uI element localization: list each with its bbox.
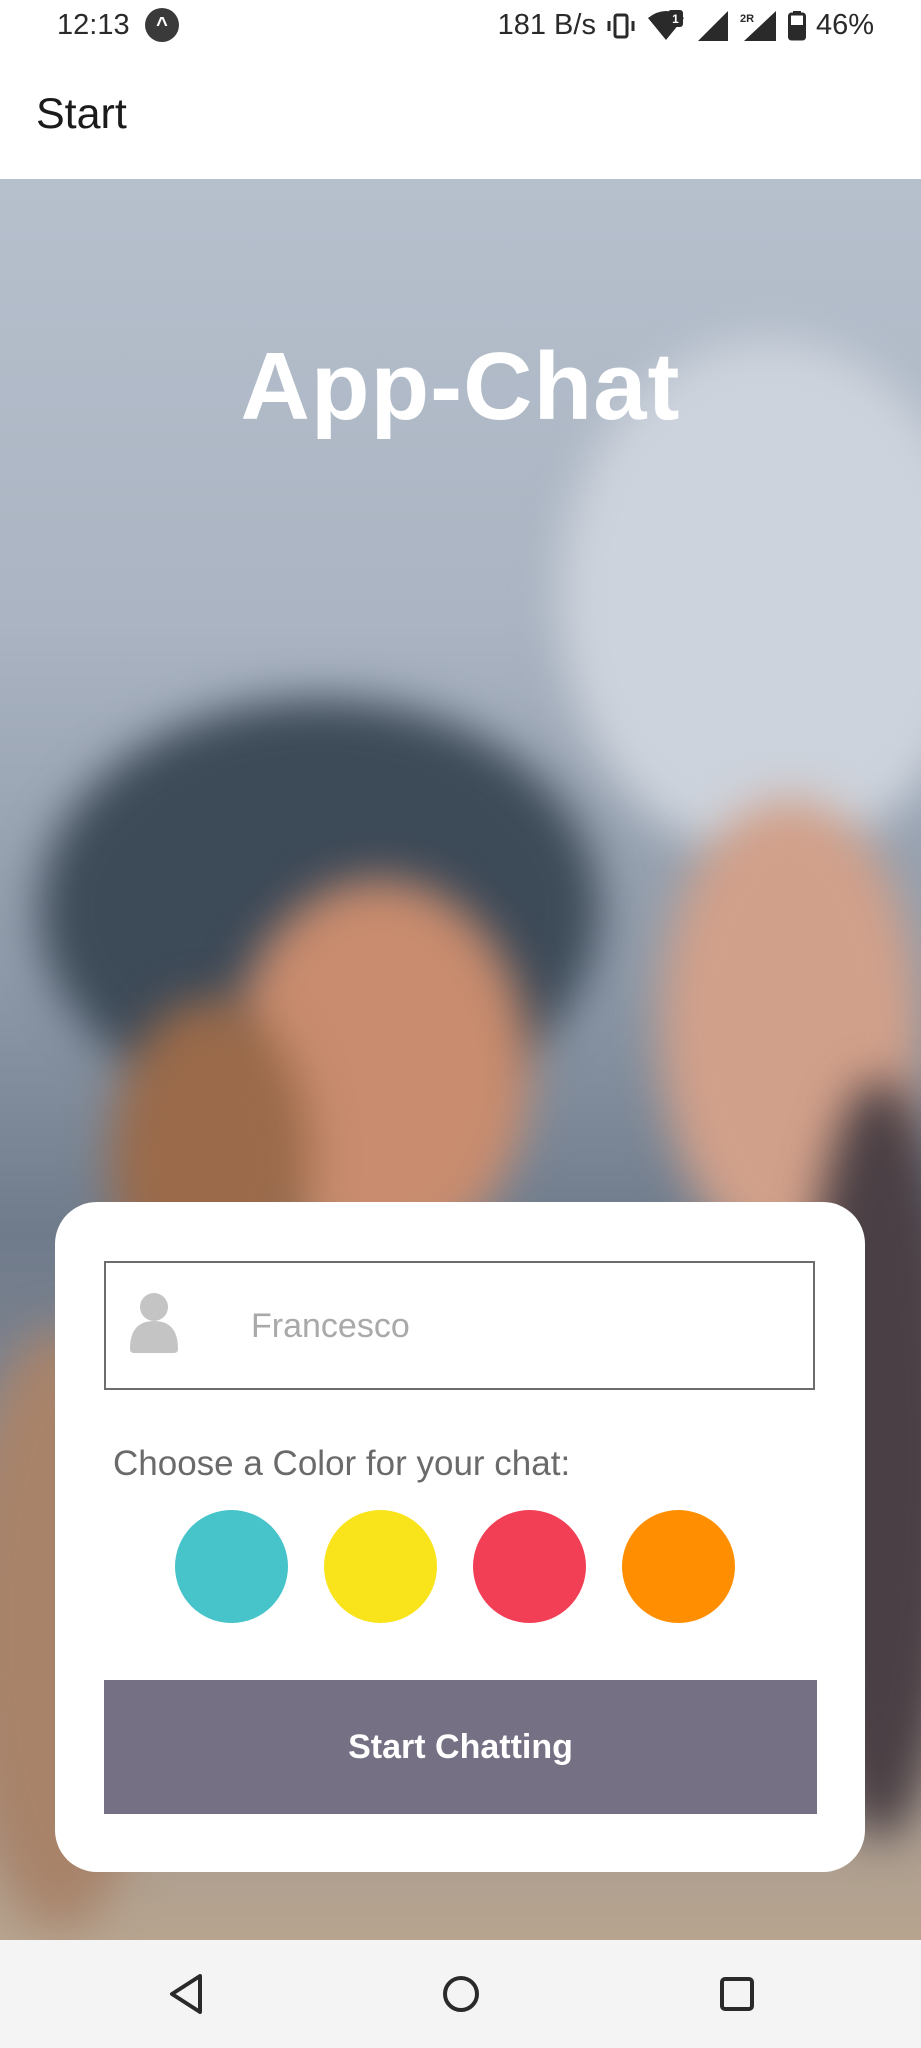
system-nav-bar bbox=[0, 1940, 921, 2048]
vibrate-icon bbox=[607, 13, 635, 38]
app-bar: Start bbox=[0, 52, 921, 179]
color-label: Choose a Color for your chat: bbox=[113, 1444, 571, 1483]
start-chatting-button[interactable]: Start Chatting bbox=[104, 1680, 817, 1814]
color-option-red[interactable] bbox=[473, 1510, 586, 1623]
recents-icon[interactable] bbox=[717, 1972, 757, 2016]
status-bar: 12:13 ^ 181 B/s 1 2R 46% bbox=[0, 0, 921, 52]
battery-icon bbox=[787, 10, 806, 40]
start-form-card: Francesco Choose a Color for your chat: … bbox=[55, 1202, 865, 1872]
home-icon[interactable] bbox=[441, 1972, 481, 2016]
user-icon bbox=[130, 1293, 178, 1353]
app-title: App-Chat bbox=[240, 333, 681, 440]
color-option-orange[interactable] bbox=[622, 1510, 735, 1623]
status-time: 12:13 bbox=[57, 9, 130, 41]
wifi-icon: 1 bbox=[647, 9, 684, 40]
back-icon[interactable] bbox=[166, 1972, 206, 2016]
color-option-teal[interactable] bbox=[175, 1510, 288, 1623]
signal-icon bbox=[697, 10, 728, 41]
signal-roaming-icon: 2R bbox=[740, 10, 776, 41]
screen-title: Start bbox=[36, 90, 127, 138]
sim-badge: 1 bbox=[672, 12, 679, 26]
name-input-value: Francesco bbox=[251, 1307, 410, 1345]
roaming-badge: 2R bbox=[740, 13, 754, 25]
name-input[interactable]: Francesco bbox=[104, 1261, 815, 1390]
color-option-yellow[interactable] bbox=[324, 1510, 437, 1623]
battery-level: 46% bbox=[815, 9, 874, 41]
net-speed: 181 B/s bbox=[497, 9, 596, 41]
arrow-up-circle-icon: ^ bbox=[145, 8, 179, 42]
status-indicators: 181 B/s 1 2R 46% bbox=[498, 9, 874, 42]
